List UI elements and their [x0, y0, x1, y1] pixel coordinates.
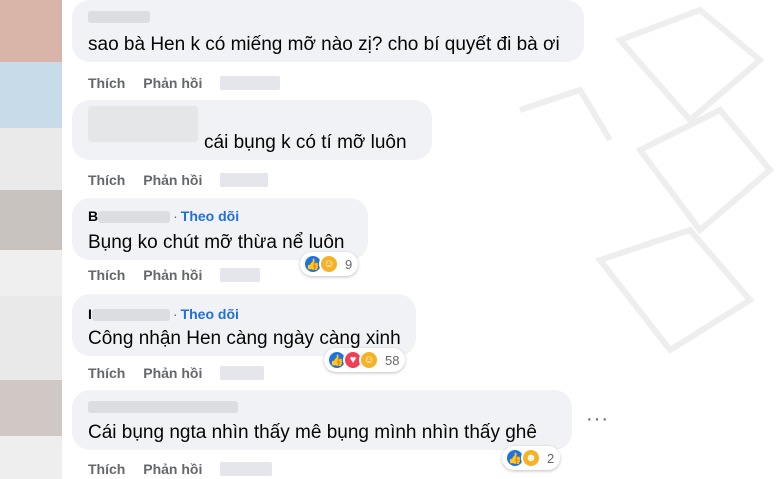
- more-options-icon[interactable]: ···: [586, 408, 609, 431]
- reaction-summary[interactable]: 👍 ☺ 9: [300, 252, 359, 276]
- like-link[interactable]: Thích: [88, 461, 125, 477]
- timestamp-redacted[interactable]: [220, 366, 265, 381]
- comment-actions: Thích Phản hồi: [88, 266, 274, 283]
- author-initial[interactable]: B: [88, 208, 98, 224]
- comment-item: I · Theo dõi Công nhận Hen càng ngày càng …: [0, 294, 780, 390]
- comment-author[interactable]: [88, 106, 198, 142]
- comment-text: cái bụng k có tí mỡ luôn: [204, 132, 407, 153]
- reply-link[interactable]: Phản hồi: [143, 461, 202, 477]
- author-name-redacted: [88, 401, 238, 414]
- comment-actions: Thích Phản hồi: [88, 74, 294, 91]
- reply-link[interactable]: Phản hồi: [143, 75, 202, 91]
- comment-author[interactable]: I · Theo dõi: [88, 306, 239, 322]
- comment-item: B · Theo dõi Bụng ko chút mỡ thừa nể luôn …: [0, 198, 780, 294]
- comment-author[interactable]: B · Theo dõi: [88, 208, 239, 224]
- timestamp-redacted[interactable]: [220, 173, 269, 188]
- comment-text: Bụng ko chút mỡ thừa nể luôn: [88, 232, 345, 253]
- comment-text: Cái bụng ngta nhìn thấy mê bụng mình nhì…: [88, 422, 537, 443]
- follow-button[interactable]: Theo dõi: [181, 208, 239, 224]
- care-icon: ☺: [359, 350, 379, 370]
- author-name-redacted: [88, 11, 150, 24]
- reply-link[interactable]: Phản hồi: [143, 365, 202, 381]
- like-link[interactable]: Thích: [88, 75, 125, 91]
- comment-actions: Thích Phản hồi: [88, 460, 286, 477]
- author-name-redacted: [88, 106, 198, 142]
- reaction-summary[interactable]: 👍 ♥ ☺ 58: [324, 348, 406, 372]
- like-link[interactable]: Thích: [88, 365, 125, 381]
- reaction-count: 58: [385, 352, 400, 368]
- comment-text: Công nhận Hen càng ngày càng xinh: [88, 328, 401, 349]
- follow-button[interactable]: Theo dõi: [181, 306, 239, 322]
- comment-item: sao bà Hen k có miếng mỡ nào zị? cho bí …: [0, 0, 780, 100]
- reaction-count: 2: [547, 450, 555, 466]
- timestamp-redacted[interactable]: [220, 268, 261, 283]
- author-name-redacted: [98, 211, 171, 224]
- comment-text: sao bà Hen k có miếng mỡ nào zị? cho bí …: [88, 34, 560, 55]
- reply-link[interactable]: Phản hồi: [143, 172, 202, 188]
- timestamp-redacted[interactable]: [220, 462, 273, 477]
- comment-item: Cái bụng ngta nhìn thấy mê bụng mình nhì…: [0, 390, 780, 479]
- comment-item: cái bụng k có tí mỡ luôn Thích Phản hồi: [0, 100, 780, 196]
- reaction-summary[interactable]: 👍 ☻ 2: [502, 446, 561, 470]
- comment-actions: Thích Phản hồi: [88, 364, 278, 381]
- like-link[interactable]: Thích: [88, 172, 125, 188]
- care-icon: ☺: [319, 254, 339, 274]
- separator-dot: ·: [173, 208, 178, 224]
- haha-icon: ☻: [521, 448, 541, 468]
- comment-author[interactable]: [88, 8, 150, 24]
- timestamp-redacted[interactable]: [220, 76, 281, 91]
- comment-author[interactable]: [88, 398, 238, 414]
- reply-link[interactable]: Phản hồi: [143, 267, 202, 283]
- author-name-redacted: [91, 309, 170, 322]
- separator-dot: ·: [172, 306, 178, 322]
- reaction-count: 9: [345, 256, 353, 272]
- comment-actions: Thích Phản hồi: [88, 171, 282, 188]
- like-link[interactable]: Thích: [88, 267, 125, 283]
